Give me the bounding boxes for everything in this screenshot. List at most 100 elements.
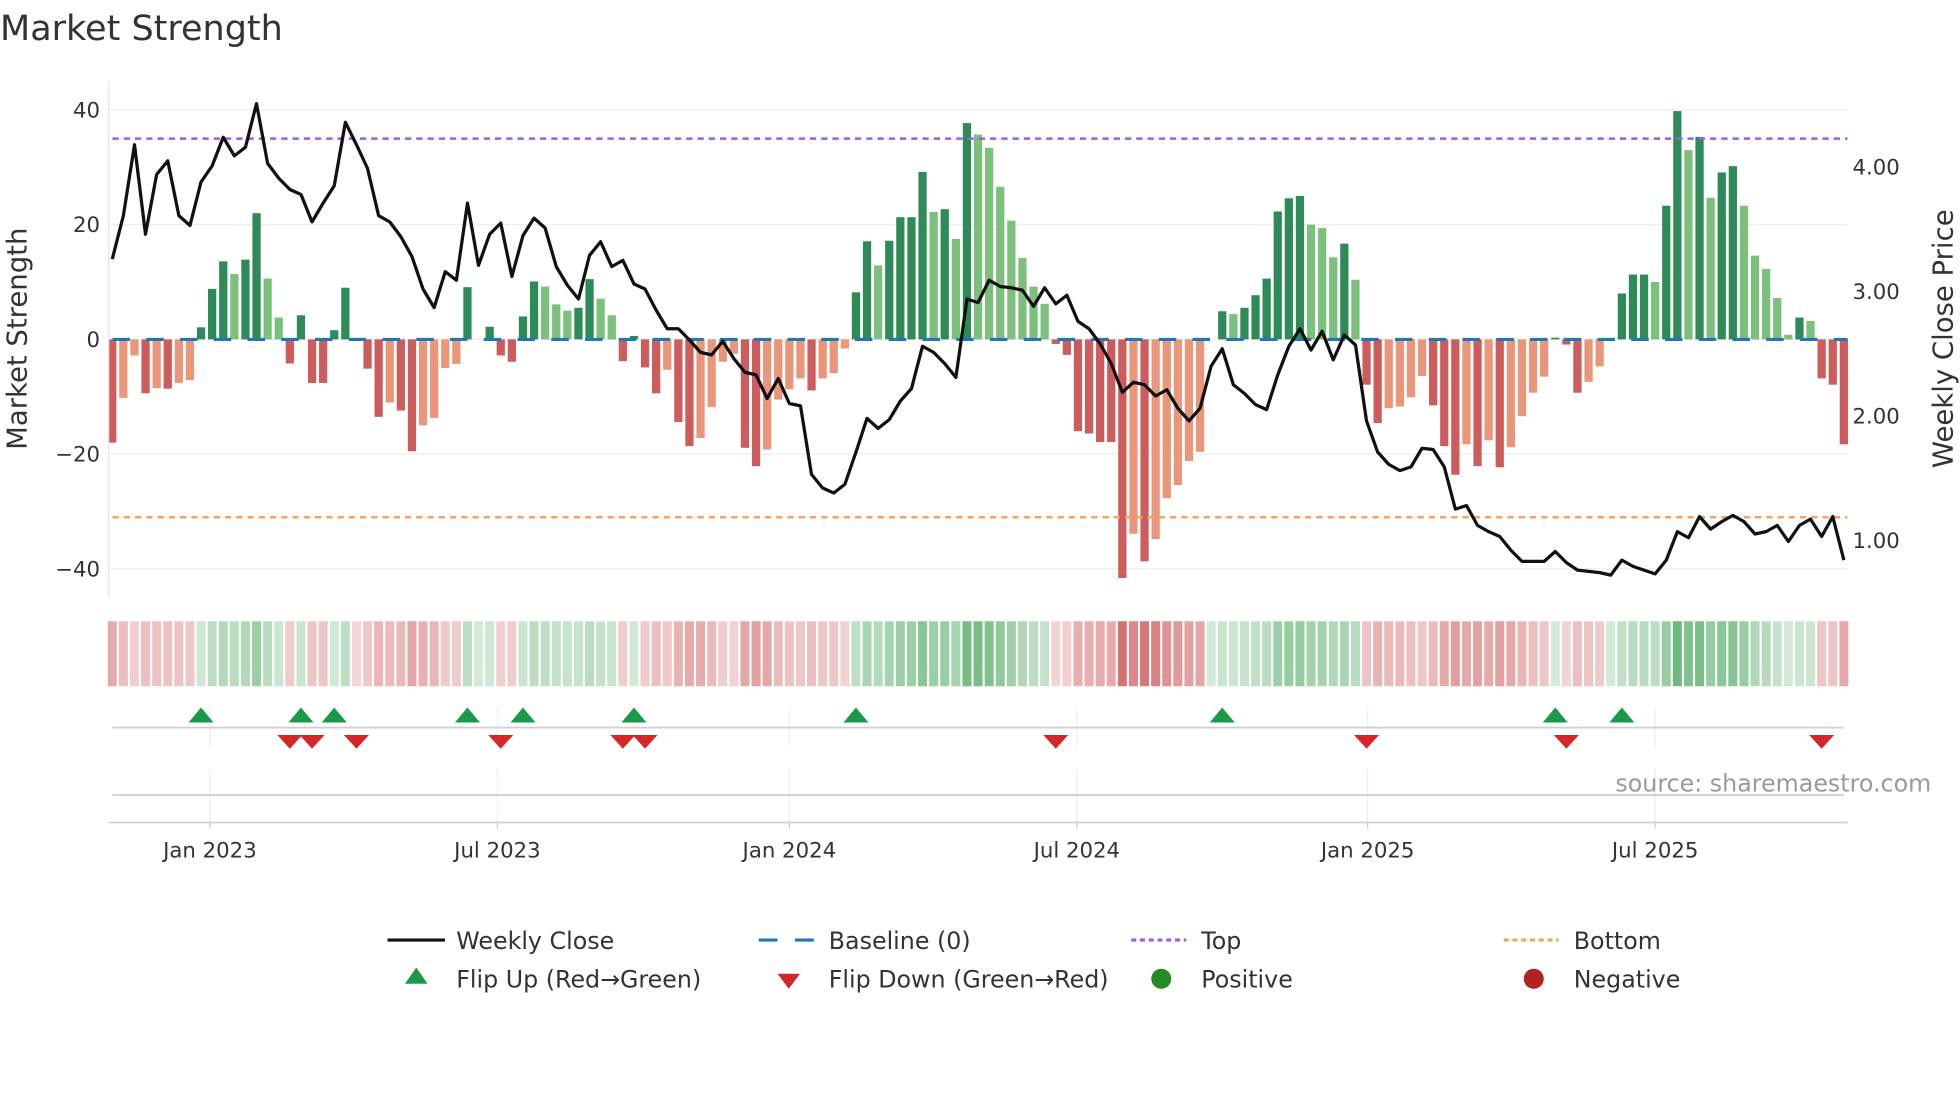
strength-strip-cell [1084, 621, 1094, 687]
strength-strip-cell [1639, 621, 1649, 687]
legend: Weekly Close Baseline (0) Top Bottom Fli… [387, 927, 1681, 994]
negative-bar [1484, 339, 1493, 441]
positive-bar [1651, 282, 1660, 340]
strength-strip-cell [1772, 621, 1782, 687]
positive-bar [1218, 311, 1227, 340]
negative-bar [430, 339, 439, 418]
negative-bar [640, 339, 650, 368]
negative-bar [1540, 339, 1549, 377]
flip-up-marker [621, 707, 647, 723]
negative-bar [1528, 339, 1538, 393]
strength-strip-cell [274, 621, 284, 687]
flip-up-marker [1609, 707, 1635, 723]
strength-strip-cell [407, 621, 417, 687]
triangle-up-icon [405, 967, 428, 984]
strength-strip-cell [507, 621, 517, 687]
strength-strip-cell [174, 621, 184, 687]
strength-strip-cell [1106, 621, 1116, 687]
strength-strip-cell [851, 621, 861, 687]
strength-strip-cell [529, 621, 539, 687]
negative-bar [363, 339, 372, 369]
strength-strip-cell [1128, 621, 1138, 687]
strength-strip-cell [1683, 621, 1693, 687]
strength-strip-cell [807, 621, 817, 687]
flip-up-marker [1209, 707, 1235, 723]
positive-bar [196, 327, 206, 340]
strength-strip-cell [1262, 621, 1272, 687]
positive-bar [1806, 321, 1815, 340]
triangle-down-icon [777, 973, 800, 989]
positive-bar [1728, 166, 1737, 340]
negative-bar [1162, 339, 1171, 499]
positive-bar [1617, 293, 1626, 340]
positive-bar [929, 212, 938, 340]
strength-strip-cell [1151, 621, 1161, 687]
strength-strip-cell [307, 621, 317, 687]
strength-strip-cell [673, 621, 683, 687]
strength-strip-cell [795, 621, 805, 687]
strength-strip-cell [340, 621, 350, 687]
positive-bar [1351, 279, 1360, 340]
positive-bar [208, 288, 217, 340]
legend-label: Bottom [1574, 927, 1661, 955]
strength-strip-cell [629, 621, 639, 687]
strength-strip-cell [906, 621, 916, 687]
negative-bar [119, 339, 128, 398]
flip-down-marker [632, 735, 658, 749]
strength-strip-cell [862, 621, 872, 687]
negative-bar [1096, 339, 1105, 443]
flip-up-marker [454, 707, 480, 723]
y2-tick-label: 1.00 [1853, 529, 1900, 554]
strength-strip-cell [296, 621, 306, 687]
strength-strip-cell [1217, 621, 1227, 687]
strength-strip-cell [1195, 621, 1205, 687]
negative-bar [407, 339, 417, 452]
negative-bar [1140, 339, 1149, 562]
negative-bar [1417, 339, 1427, 377]
y2-tick-label: 3.00 [1853, 280, 1900, 305]
strength-strip-cell [363, 621, 373, 687]
strength-strip-cell [329, 621, 339, 687]
negative-bar [152, 339, 161, 389]
strength-strip-cell [1017, 621, 1027, 687]
legend-label: Weekly Close [456, 927, 614, 955]
strength-strip-cell [462, 621, 472, 687]
strength-strip-cell [662, 621, 672, 687]
negative-bar [1429, 339, 1438, 406]
x-tick-label: Jul 2025 [1610, 839, 1698, 864]
strength-strip-cell [163, 621, 173, 687]
positive-bar [918, 171, 927, 340]
strength-strip-cell [1539, 621, 1549, 687]
strength-strip-cell [418, 621, 428, 687]
strength-strip-cell [1550, 621, 1560, 687]
x-tick-label: Jan 2024 [741, 839, 837, 864]
strength-strip-cell [973, 621, 983, 687]
strength-strip-cell [1040, 621, 1050, 687]
strength-strip-cell [218, 621, 228, 687]
legend-item-negative: Negative [1523, 966, 1681, 994]
strength-strip-cell [873, 621, 883, 687]
strength-strip-cell [540, 621, 550, 687]
flip-down-marker [299, 735, 325, 749]
strength-strip-cell [1295, 621, 1305, 687]
strength-strip-cell [951, 621, 961, 687]
strength-strip-cell [1484, 621, 1494, 687]
positive-bar [1551, 337, 1560, 340]
positive-bar [951, 238, 960, 340]
negative-bar [1462, 339, 1471, 445]
positive-bar [596, 298, 605, 340]
strength-strip-cell [1706, 621, 1716, 687]
strength-strip-cell [196, 621, 206, 687]
strength-strip-cell [1073, 621, 1083, 687]
legend-label: Negative [1574, 966, 1681, 994]
positive-bar [851, 292, 861, 340]
positive-bar [907, 217, 916, 340]
negative-bar [396, 339, 405, 411]
strength-strip-cell [651, 621, 661, 687]
negative-bar [385, 339, 394, 403]
strength-strip-cell [1617, 621, 1627, 687]
negative-bar [1384, 339, 1393, 409]
negative-bar [818, 339, 827, 379]
flip-up-marker [1542, 707, 1568, 723]
flip-down-marker [488, 735, 514, 749]
